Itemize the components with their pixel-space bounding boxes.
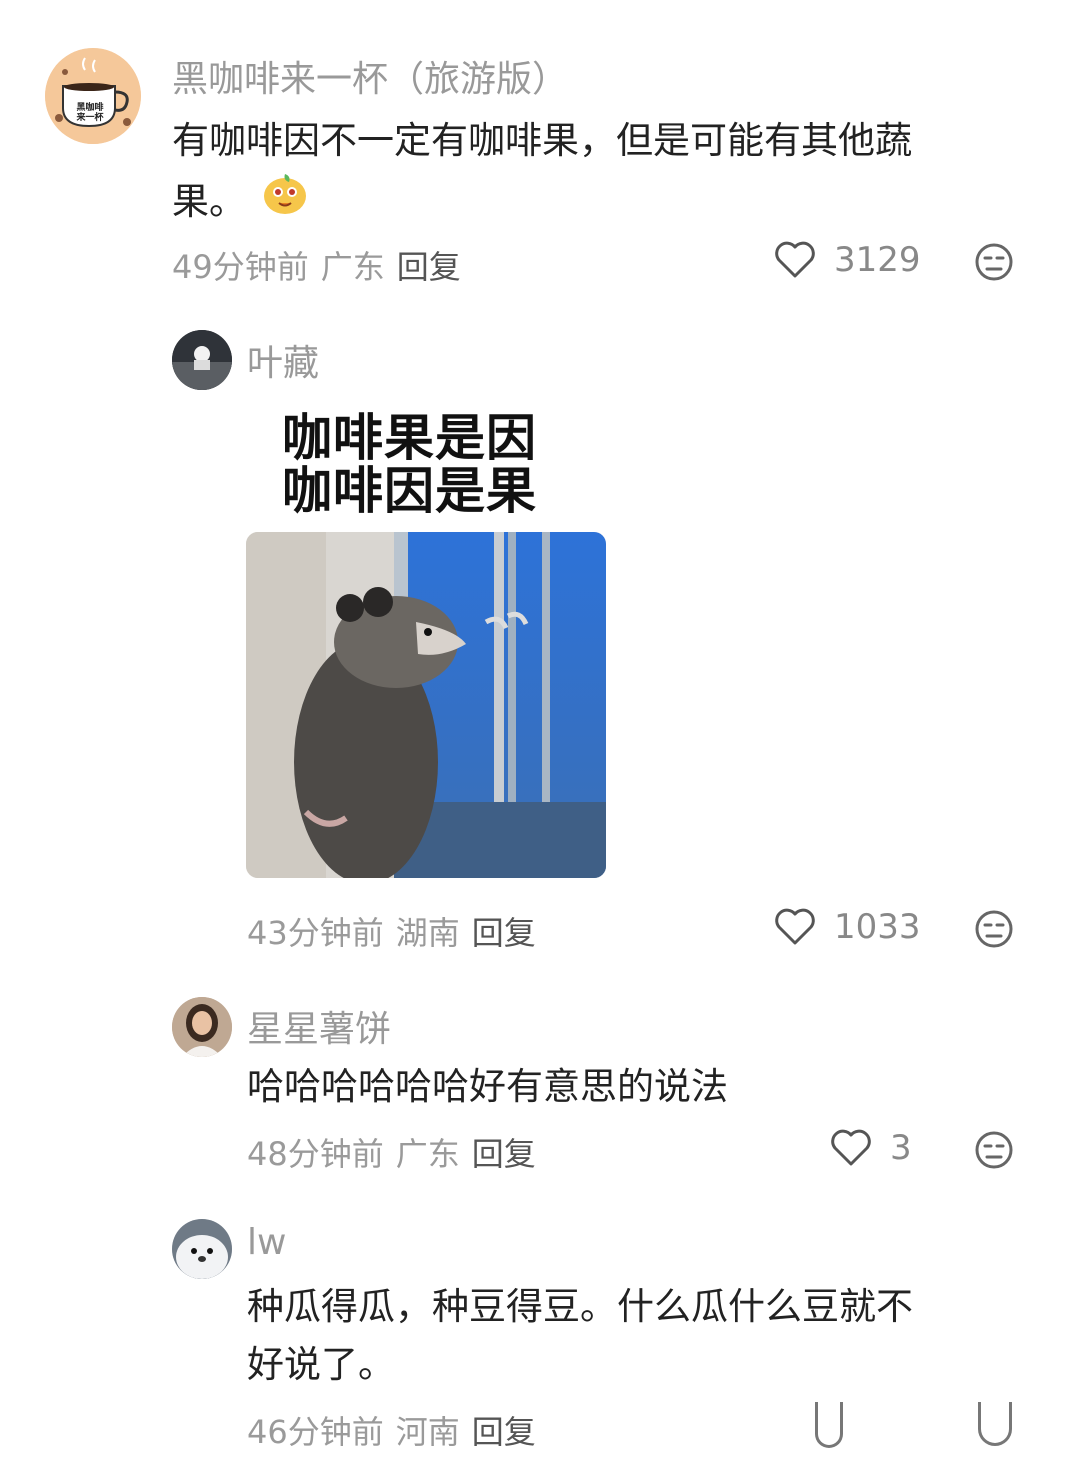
username[interactable]: 黑咖啡来一杯（旅游版） [172, 50, 568, 102]
location: 广东 [395, 1135, 460, 1173]
coffee-cup-icon [45, 48, 141, 144]
reply-button[interactable]: 回复 [472, 914, 536, 952]
username[interactable]: 星星薯饼 [247, 1000, 391, 1052]
comment-meta: 43分钟前 湖南 回复 [247, 908, 536, 954]
location: 河南 [395, 1413, 460, 1451]
location: 湖南 [395, 914, 460, 952]
comment-meta: 48分钟前 广东 回复 [247, 1129, 536, 1175]
avatar[interactable] [172, 330, 232, 390]
heart-icon[interactable] [815, 1402, 843, 1448]
like-button[interactable]: 3129 [774, 240, 921, 280]
comment-text-line: 哈哈哈哈哈哈好有意思的说法 [247, 1065, 728, 1108]
like-button[interactable]: 3 [830, 1128, 912, 1168]
dislike-face-icon[interactable] [974, 909, 1014, 949]
timestamp: 43分钟前 [247, 914, 384, 952]
meme-caption-line: 咖啡因是果 [282, 462, 537, 520]
meme-caption: 咖啡果是因 咖啡因是果 [282, 412, 537, 518]
avatar-text-line2: 来一杯 [76, 113, 104, 123]
heart-icon [830, 1129, 872, 1167]
emoji-sticker-icon [262, 170, 308, 233]
timestamp: 48分钟前 [247, 1135, 384, 1173]
meme-caption-line: 咖啡果是因 [282, 409, 537, 467]
username[interactable]: 叶藏 [247, 334, 319, 386]
like-count: 3 [890, 1128, 912, 1168]
comment-text-line: 果。 [172, 179, 246, 223]
username[interactable]: lw [247, 1222, 286, 1263]
like-count: 3129 [834, 240, 921, 280]
like-button[interactable]: 1033 [774, 907, 921, 947]
heart-icon [774, 241, 816, 279]
comment-text-line: 好说了。 [247, 1343, 395, 1386]
avatar-text-line1: 黑咖啡 [76, 103, 104, 113]
comment-text: 哈哈哈哈哈哈好有意思的说法 [247, 1058, 1027, 1116]
avatar[interactable] [172, 1219, 232, 1279]
comment-meta: 49分钟前 广东 回复 [172, 242, 461, 288]
timestamp: 46分钟前 [247, 1413, 384, 1451]
comment-meta: 46分钟前 河南 回复 [247, 1407, 536, 1453]
dislike-face-icon[interactable] [974, 1130, 1014, 1170]
heart-icon [774, 908, 816, 946]
reply-button[interactable]: 回复 [397, 248, 461, 286]
avatar[interactable] [172, 997, 232, 1057]
dislike-face-icon[interactable] [974, 242, 1014, 282]
comment-text-line: 有咖啡因不一定有咖啡果，但是可能有其他蔬 [172, 119, 912, 162]
comment-text: 有咖啡因不一定有咖啡果，但是可能有其他蔬 果。 [172, 112, 1032, 233]
timestamp: 49分钟前 [172, 248, 309, 286]
reply-button[interactable]: 回复 [472, 1413, 536, 1451]
avatar[interactable]: 黑咖啡 来一杯 [45, 48, 141, 144]
dislike-face-icon[interactable] [978, 1402, 1012, 1446]
meme-image[interactable] [246, 532, 606, 878]
like-count: 1033 [834, 907, 921, 947]
comment-text: 种瓜得瓜，种豆得豆。什么瓜什么豆就不 好说了。 [247, 1278, 1047, 1394]
comment-text-line: 种瓜得瓜，种豆得豆。什么瓜什么豆就不 [247, 1285, 913, 1328]
reply-button[interactable]: 回复 [472, 1135, 536, 1173]
location: 广东 [320, 248, 385, 286]
